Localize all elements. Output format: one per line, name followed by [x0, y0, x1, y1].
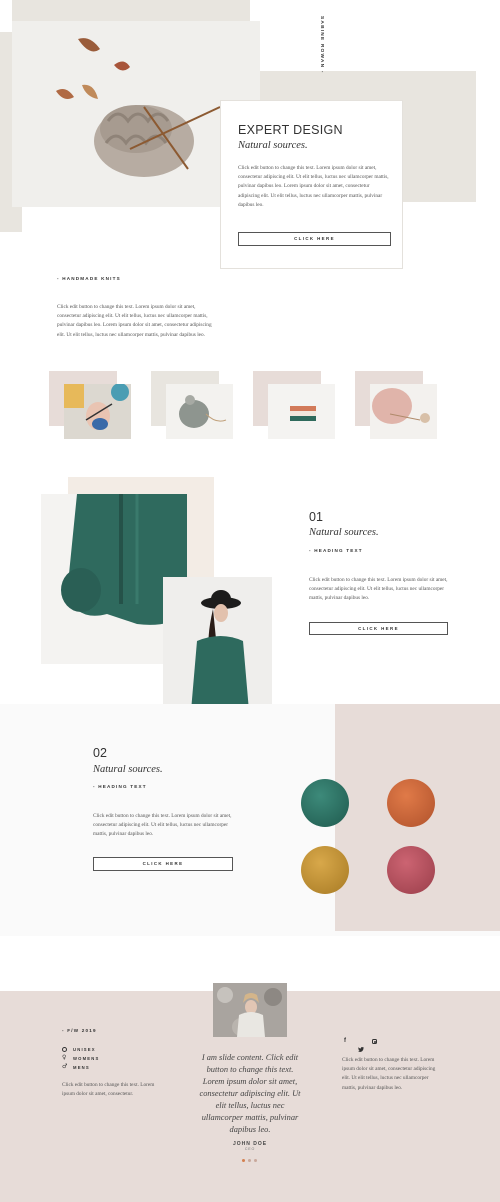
footer-season: - F/W 2019 — [62, 1028, 97, 1033]
gallery-image-3 — [268, 384, 335, 439]
feature1-heading: - HEADING TEXT — [309, 548, 363, 553]
hero-body: Click edit button to change this text. L… — [238, 165, 389, 208]
feature1-subtitle: Natural sources. — [309, 527, 379, 538]
testimonial-quote: I am slide content. Click edit button to… — [199, 1053, 301, 1134]
twitter-icon[interactable] — [358, 1039, 364, 1057]
feature2-body: Click edit button to change this text. L… — [93, 813, 232, 838]
female-symbol-icon: ♀ — [62, 1054, 67, 1061]
feature1-body: Click edit button to change this text. L… — [309, 577, 448, 602]
slider-dot[interactable] — [254, 1159, 257, 1162]
yarn-ball-rose — [387, 846, 435, 894]
yarn-ball-orange — [387, 779, 435, 827]
slider-dot-active[interactable] — [242, 1159, 245, 1162]
hero-title: EXPERT DESIGN — [238, 123, 343, 137]
footer-category-label: WOMENS — [73, 1055, 100, 1061]
feature2-subtitle: Natural sources. — [93, 764, 163, 775]
yarn-ball-mustard — [301, 846, 349, 894]
footer-right-body: Click edit button to change this text. L… — [342, 1057, 436, 1091]
instagram-icon[interactable] — [372, 1039, 377, 1044]
vertical-brand-text: SABINE ROWAN - — [319, 16, 324, 74]
facebook-icon[interactable]: f — [344, 1038, 346, 1044]
testimonial-photo — [213, 983, 287, 1037]
hero-bg-top — [12, 0, 250, 21]
handmade-heading: - HANDMADE KNITS — [57, 276, 121, 281]
feature1-click-here-button[interactable]: CLICK HERE — [309, 622, 448, 635]
gallery-image-2 — [166, 384, 233, 439]
footer-category-label: MENS — [73, 1064, 90, 1070]
slider-dot[interactable] — [248, 1159, 251, 1162]
feature2-number: 02 — [93, 746, 107, 760]
footer-category-label: UNISEX — [73, 1046, 96, 1052]
feature2-heading: - HEADING TEXT — [93, 784, 147, 789]
footer-category-womens[interactable]: ♀ WOMENS — [62, 1054, 100, 1062]
testimonial-author-role: CEO — [244, 1147, 256, 1151]
feature1-number: 01 — [309, 510, 323, 524]
yarn-ball-teal — [301, 779, 349, 827]
footer-category-mens[interactable]: ♂ MENS — [62, 1063, 90, 1071]
hero-subtitle: Natural sources. — [238, 140, 308, 151]
feature1-model-image — [163, 577, 272, 720]
gallery-image-4 — [370, 384, 437, 439]
male-symbol-icon: ♂ — [62, 1063, 68, 1070]
footer-category-unisex[interactable]: UNISEX — [62, 1045, 96, 1053]
handmade-body: Click edit button to change this text. L… — [57, 304, 212, 338]
feature2-click-here-button[interactable]: CLICK HERE — [93, 857, 233, 871]
circle-icon — [62, 1046, 67, 1052]
gallery-image-1 — [64, 384, 131, 439]
footer-left-body: Click edit button to change this text. L… — [62, 1082, 155, 1098]
hero-click-here-button[interactable]: CLICK HERE — [238, 232, 391, 246]
hero-card: EXPERT DESIGN Natural sources. Click edi… — [220, 100, 403, 269]
